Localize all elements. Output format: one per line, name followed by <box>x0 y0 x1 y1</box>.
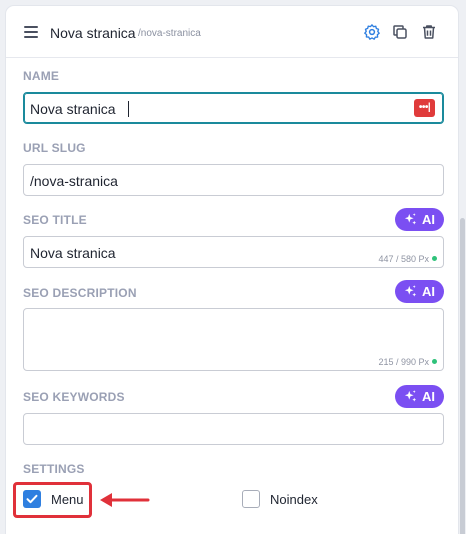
scrollbar-track[interactable] <box>460 6 466 534</box>
highlight-box <box>13 482 92 518</box>
page-settings-panel: Nova stranica /nova-stranica NAME Nova s… <box>6 6 458 534</box>
password-icon[interactable]: •••| <box>414 99 435 117</box>
seo-title-counter-text: 447 / 580 Px <box>378 254 429 264</box>
page-slug: /nova-stranica <box>138 28 201 39</box>
seo-title-input[interactable]: Nova stranica 447 / 580 Px <box>23 236 444 268</box>
noindex-checkbox-label[interactable]: Noindex <box>270 492 318 507</box>
text-caret <box>128 101 129 117</box>
seo-title-value: Nova stranica <box>30 245 116 261</box>
name-input[interactable]: Nova stranica •••| <box>23 92 444 124</box>
settings-label: SETTINGS <box>23 462 85 476</box>
ai-button-label: AI <box>422 284 435 299</box>
url-slug-label: URL SLUG <box>23 141 86 155</box>
sparkle-icon <box>404 390 417 402</box>
sparkle-icon <box>404 213 417 225</box>
sparkle-icon <box>404 285 417 297</box>
hamburger-icon[interactable] <box>24 26 38 38</box>
seo-keywords-ai-button[interactable]: AI <box>395 385 444 408</box>
seo-description-counter-text: 215 / 990 Px <box>378 357 429 367</box>
trash-icon[interactable] <box>420 23 438 41</box>
duplicate-icon[interactable] <box>391 23 409 41</box>
ai-button-label: AI <box>422 212 435 227</box>
status-dot <box>432 359 437 364</box>
scrollbar-thumb[interactable] <box>460 218 465 534</box>
ai-button-label: AI <box>422 389 435 404</box>
arrow-left-icon <box>100 493 150 507</box>
noindex-checkbox[interactable] <box>242 490 260 508</box>
panel-header: Nova stranica /nova-stranica <box>6 6 458 58</box>
seo-title-label: SEO TITLE <box>23 213 87 227</box>
seo-keywords-input[interactable] <box>23 413 444 445</box>
seo-description-label: SEO DESCRIPTION <box>23 286 137 300</box>
seo-description-textarea[interactable]: 215 / 990 Px <box>23 308 444 371</box>
seo-title-counter: 447 / 580 Px <box>378 254 437 264</box>
name-value: Nova stranica <box>30 101 116 117</box>
url-slug-value: /nova-stranica <box>30 173 118 189</box>
status-dot <box>432 256 437 261</box>
seo-keywords-label: SEO KEYWORDS <box>23 390 125 404</box>
seo-title-ai-button[interactable]: AI <box>395 208 444 231</box>
url-slug-input[interactable]: /nova-stranica <box>23 164 444 196</box>
seo-description-ai-button[interactable]: AI <box>395 280 444 303</box>
page-title: Nova stranica <box>50 25 136 41</box>
name-label: NAME <box>23 69 60 83</box>
seo-description-counter: 215 / 990 Px <box>378 357 437 367</box>
gear-icon[interactable] <box>363 23 381 41</box>
